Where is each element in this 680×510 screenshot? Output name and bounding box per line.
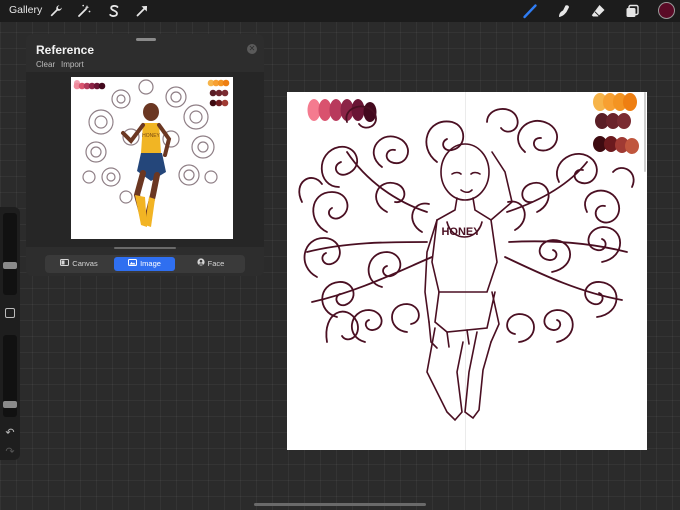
layers-icon[interactable] — [624, 3, 640, 19]
canvas-figure-sketch — [424, 143, 513, 422]
selection-s-icon[interactable] — [106, 3, 122, 19]
image-icon — [128, 257, 138, 271]
reference-palette-right — [207, 79, 230, 107]
brush-size-slider[interactable] — [3, 213, 17, 295]
tab-image-label: Image — [140, 259, 161, 268]
top-toolbar: Gallery — [0, 0, 680, 22]
reference-figure: HONEY — [121, 103, 172, 227]
actions-wrench-icon[interactable] — [48, 3, 64, 19]
smudge-icon[interactable] — [556, 3, 572, 19]
tab-face[interactable]: Face — [180, 257, 241, 271]
tab-canvas[interactable]: Canvas — [49, 257, 109, 271]
reference-title: Reference — [36, 43, 95, 57]
tab-canvas-label: Canvas — [72, 259, 98, 268]
reference-image-area: HONEY — [26, 72, 264, 247]
brush-size-handle[interactable] — [3, 262, 17, 269]
home-indicator — [254, 503, 426, 506]
reference-palette-left — [73, 82, 106, 90]
modify-square-icon[interactable] — [5, 308, 15, 318]
canvas-scroll-indicator — [644, 92, 646, 172]
adjustments-wand-icon[interactable] — [76, 3, 92, 19]
face-icon — [197, 257, 205, 271]
brush-icon[interactable] — [522, 3, 538, 19]
canvas-palette-low-right — [593, 136, 639, 154]
gallery-link[interactable]: Gallery — [9, 4, 42, 16]
brush-opacity-handle[interactable] — [3, 401, 17, 408]
reference-panel: Reference ✕ Clear Import HONEY Canvas Im… — [26, 34, 264, 276]
transform-arrow-icon[interactable] — [134, 3, 150, 19]
undo-icon[interactable]: ↶ — [3, 426, 17, 440]
panel-grab-handle[interactable] — [136, 38, 156, 41]
clear-button[interactable]: Clear — [36, 60, 55, 69]
canvas-palette-top-left — [307, 99, 377, 122]
canvas-shirt-text: HONEY — [441, 226, 481, 238]
tab-face-label: Face — [207, 259, 225, 268]
tab-image[interactable]: Image — [114, 257, 175, 271]
eraser-icon[interactable] — [590, 3, 606, 19]
canvas-palette-mid-right — [595, 113, 631, 129]
close-icon[interactable]: ✕ — [247, 44, 257, 54]
reference-mode-selector: Canvas Image Face — [45, 255, 245, 273]
reference-image[interactable]: HONEY — [71, 77, 233, 239]
left-sidebar: ↶ ↷ — [0, 207, 20, 460]
panel-divider — [114, 247, 176, 249]
canvas-icon — [60, 257, 70, 271]
canvas-palette-top-right — [593, 93, 637, 111]
redo-icon[interactable]: ↷ — [3, 445, 17, 459]
current-color-swatch[interactable] — [658, 2, 675, 19]
reference-shirt-text: HONEY — [142, 133, 160, 139]
import-button[interactable]: Import — [61, 60, 84, 69]
drawing-canvas[interactable]: HONEY — [287, 92, 647, 450]
